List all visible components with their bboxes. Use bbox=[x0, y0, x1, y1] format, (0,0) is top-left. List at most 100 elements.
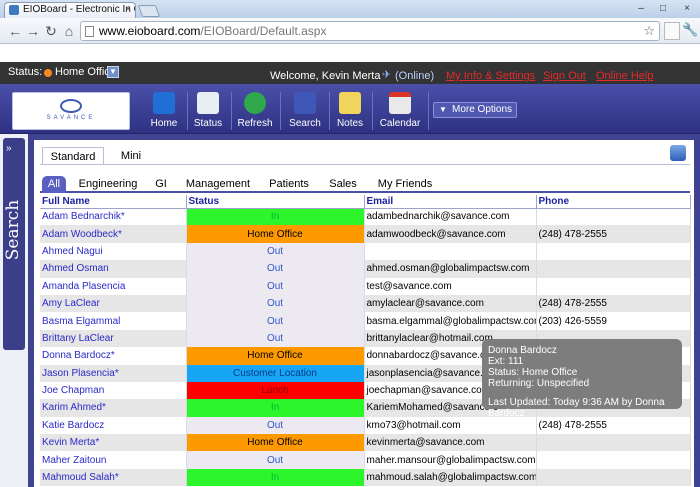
column-header-full-name[interactable]: Full Name bbox=[40, 195, 187, 209]
employee-name[interactable]: Brittany LaClear bbox=[40, 329, 187, 348]
page-menu-icon[interactable] bbox=[664, 22, 680, 40]
group-tab-management[interactable]: Management bbox=[184, 176, 252, 193]
employee-name[interactable]: Ahmed Osman bbox=[40, 260, 187, 278]
phone-cell: (203) 426-5559 bbox=[536, 312, 691, 330]
reload-icon[interactable]: ↻ bbox=[42, 22, 60, 40]
logo-text: SAVANCE bbox=[46, 115, 96, 121]
phone-cell: (248) 478-2555 bbox=[536, 416, 691, 435]
table-row[interactable]: Maher Zaitoun Out maher.mansour@globalimpa… bbox=[40, 451, 691, 469]
status-cell: Home Office bbox=[186, 347, 365, 365]
status-dropdown-button[interactable]: ▼ bbox=[107, 66, 119, 78]
employee-name[interactable]: Adam Bednarchik* bbox=[40, 208, 187, 226]
status-cell: Out bbox=[186, 312, 365, 330]
employee-name[interactable]: Donna Bardocz* bbox=[40, 347, 187, 365]
table-row[interactable]: Katie Bardocz Out kmo73@hotmail.com (248) 4… bbox=[40, 416, 691, 435]
tooltip-status: Status: Home Office bbox=[488, 367, 578, 378]
table-row[interactable]: Mahmoud Salah* In mahmoud.salah@globalimpa… bbox=[40, 468, 691, 487]
employee-name[interactable]: Maher Zaitoun bbox=[40, 451, 187, 469]
table-row[interactable]: Adam Woodbeck* Home Office adamwoodbeck@sa… bbox=[40, 225, 691, 243]
tab-mini[interactable]: Mini bbox=[112, 147, 150, 165]
tab-standard[interactable]: Standard bbox=[42, 147, 104, 165]
savance-logo: SAVANCE bbox=[12, 92, 130, 130]
employee-name[interactable]: Jason Plasencia* bbox=[40, 364, 187, 382]
minimize-icon[interactable]: – bbox=[630, 2, 652, 16]
status-button[interactable]: Status bbox=[192, 92, 224, 130]
employee-name[interactable]: Karim Ahmed* bbox=[40, 399, 187, 417]
expand-chevron-icon[interactable]: » bbox=[6, 143, 12, 154]
toolbar-separator bbox=[231, 92, 232, 130]
employee-name[interactable]: Adam Woodbeck* bbox=[40, 225, 187, 243]
status-cell: Home Office bbox=[186, 434, 365, 452]
employee-name[interactable]: Mahmoud Salah* bbox=[40, 468, 187, 487]
table-row[interactable]: Basma Elgammal Out basma.elgammal@globalim… bbox=[40, 312, 691, 330]
email-cell[interactable]: amylaclear@savance.com bbox=[364, 294, 537, 313]
email-cell[interactable]: basma.elgammal@globalimpactsw.com bbox=[364, 312, 537, 330]
home-icon[interactable]: ⌂ bbox=[60, 22, 78, 40]
employee-name[interactable]: Ahmed Nagui bbox=[40, 242, 187, 261]
online-help-link[interactable]: Online Help bbox=[596, 70, 653, 82]
column-header-status[interactable]: Status bbox=[186, 195, 365, 209]
calendar-tool-icon bbox=[389, 92, 411, 114]
email-cell[interactable]: kmo73@hotmail.com bbox=[364, 416, 537, 435]
email-cell[interactable]: kevinmerta@savance.com bbox=[364, 434, 537, 452]
address-bar[interactable]: www.eioboard.com/EIOBoard/Default.aspx ☆ bbox=[80, 21, 660, 41]
phone-cell bbox=[536, 468, 691, 487]
sign-out-link[interactable]: Sign Out bbox=[543, 70, 586, 82]
email-cell[interactable]: maher.mansour@globalimpactsw.com bbox=[364, 451, 537, 469]
more-options-button[interactable]: ▼ More Options bbox=[433, 102, 517, 118]
table-header-row: Full Name Status Email Phone bbox=[40, 195, 691, 209]
back-icon[interactable]: ← bbox=[6, 22, 24, 40]
status-cell: In bbox=[186, 468, 365, 487]
status-cell: Out bbox=[186, 329, 365, 348]
notes-button[interactable]: Notes bbox=[334, 92, 366, 130]
table-row[interactable]: Amanda Plasencia Out test@savance.com bbox=[40, 277, 691, 295]
email-cell[interactable]: adamwoodbeck@savance.com bbox=[364, 225, 537, 243]
group-tab-gi[interactable]: GI bbox=[150, 176, 172, 193]
refresh-tool-icon bbox=[244, 92, 266, 114]
new-tab-button[interactable] bbox=[137, 5, 161, 17]
browser-tab[interactable]: EIOBoard - Electronic In Ou × bbox=[4, 2, 136, 18]
forward-icon[interactable]: → bbox=[24, 22, 42, 40]
column-header-email[interactable]: Email bbox=[364, 195, 537, 209]
table-row[interactable]: Ahmed Osman Out ahmed.osman@globalimpactsw… bbox=[40, 260, 691, 278]
tooltip-spacer bbox=[488, 389, 676, 397]
close-window-icon[interactable]: × bbox=[676, 2, 698, 16]
refresh-button[interactable]: Refresh bbox=[237, 92, 273, 130]
column-header-phone[interactable]: Phone bbox=[536, 195, 691, 209]
status-cell: Out bbox=[186, 277, 365, 295]
maximize-icon[interactable]: □ bbox=[652, 2, 674, 16]
table-row[interactable]: Adam Bednarchik* In adambednarchik@savance… bbox=[40, 208, 691, 226]
email-cell[interactable]: test@savance.com bbox=[364, 277, 537, 295]
more-options-arrow-icon: ▼ bbox=[439, 105, 447, 114]
search-rail-label[interactable]: Search bbox=[3, 195, 23, 265]
employee-name[interactable]: Amanda Plasencia bbox=[40, 277, 187, 295]
employee-name[interactable]: Kevin Merta* bbox=[40, 434, 187, 452]
email-cell[interactable]: ahmed.osman@globalimpactsw.com bbox=[364, 260, 537, 278]
email-cell[interactable] bbox=[364, 242, 537, 261]
email-cell[interactable]: mahmoud.salah@globalimpactsw.com bbox=[364, 468, 537, 487]
email-cell[interactable]: adambednarchik@savance.com bbox=[364, 208, 537, 226]
employee-name[interactable]: Katie Bardocz bbox=[40, 416, 187, 435]
popout-icon[interactable] bbox=[670, 145, 686, 161]
employee-name[interactable]: Amy LaClear bbox=[40, 294, 187, 313]
group-tab-all[interactable]: All bbox=[42, 176, 66, 193]
home-button[interactable]: Home bbox=[148, 92, 180, 130]
search-tool-icon bbox=[294, 92, 316, 114]
table-row[interactable]: Kevin Merta* Home Office kevinmerta@savanc… bbox=[40, 434, 691, 452]
group-tab-my-friends[interactable]: My Friends bbox=[374, 176, 436, 193]
group-tab-sales[interactable]: Sales bbox=[326, 176, 360, 193]
calendar-button[interactable]: Calendar bbox=[378, 92, 422, 130]
group-tab-engineering[interactable]: Engineering bbox=[76, 176, 140, 193]
group-tab-patients[interactable]: Patients bbox=[264, 176, 314, 193]
employee-name[interactable]: Basma Elgammal bbox=[40, 312, 187, 330]
bookmark-star-icon[interactable]: ☆ bbox=[643, 22, 655, 40]
table-row[interactable]: Ahmed Nagui Out bbox=[40, 242, 691, 261]
tab-close-icon[interactable]: × bbox=[125, 3, 131, 17]
tooltip-returning: Returning: Unspecified bbox=[488, 378, 590, 389]
status-button-label: Status bbox=[193, 118, 223, 129]
wrench-icon[interactable]: 🔧 bbox=[682, 22, 698, 38]
search-button[interactable]: Search bbox=[287, 92, 323, 130]
table-row[interactable]: Amy LaClear Out amylaclear@savance.com (248… bbox=[40, 294, 691, 313]
my-info-link[interactable]: My Info & Settings bbox=[446, 70, 535, 82]
employee-name[interactable]: Joe Chapman bbox=[40, 381, 187, 400]
